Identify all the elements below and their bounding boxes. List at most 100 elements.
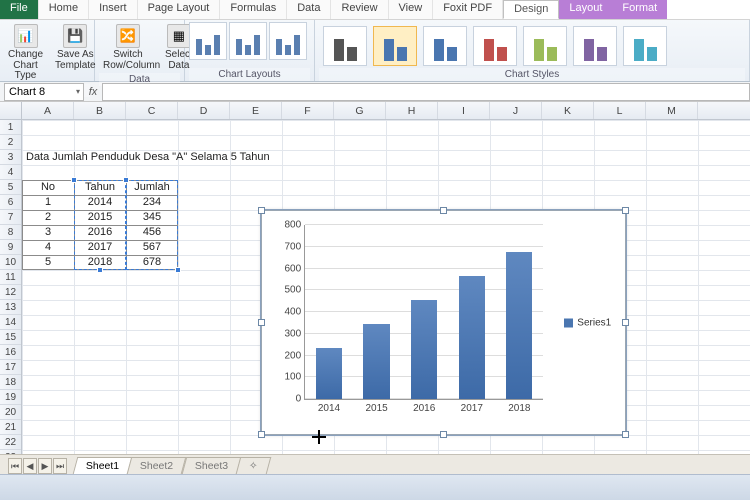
tab-file[interactable]: File xyxy=(0,0,39,19)
column-header[interactable]: E xyxy=(230,102,282,119)
row-header[interactable]: 11 xyxy=(0,270,21,285)
row-header[interactable]: 18 xyxy=(0,375,21,390)
sheet-nav-last[interactable]: ⏭ xyxy=(53,458,67,474)
cell-title[interactable]: Data Jumlah Penduduk Desa "A" Selama 5 T… xyxy=(22,150,322,165)
row-header[interactable]: 21 xyxy=(0,420,21,435)
column-header[interactable]: G xyxy=(334,102,386,119)
chart-style-option[interactable] xyxy=(623,26,667,66)
status-bar xyxy=(0,474,750,500)
column-header[interactable]: B xyxy=(74,102,126,119)
sheet-tab-2[interactable]: Sheet2 xyxy=(127,457,187,474)
row-header[interactable]: 6 xyxy=(0,195,21,210)
chart-legend[interactable]: Series1 xyxy=(564,317,611,328)
formula-input[interactable] xyxy=(102,83,750,101)
row-header[interactable]: 9 xyxy=(0,240,21,255)
cells-area[interactable]: Data Jumlah Penduduk Desa "A" Selama 5 T… xyxy=(22,120,750,458)
row-header[interactable]: 5 xyxy=(0,180,21,195)
sheet-nav-next[interactable]: ▶ xyxy=(38,458,52,474)
range-handle[interactable] xyxy=(175,267,181,273)
chart-bar[interactable] xyxy=(411,300,437,399)
chart-bar[interactable] xyxy=(459,276,485,399)
chart-handle-w[interactable] xyxy=(258,319,265,326)
chart-layout-option[interactable] xyxy=(189,22,227,60)
tab-foxit-pdf[interactable]: Foxit PDF xyxy=(433,0,503,19)
chart-handle-ne[interactable] xyxy=(622,207,629,214)
column-header[interactable]: D xyxy=(178,102,230,119)
row-header[interactable]: 3 xyxy=(0,150,21,165)
column-header[interactable]: C xyxy=(126,102,178,119)
column-header[interactable]: J xyxy=(490,102,542,119)
chart-style-option[interactable] xyxy=(473,26,517,66)
column-header[interactable]: M xyxy=(646,102,698,119)
chart-handle-n[interactable] xyxy=(440,207,447,214)
row-header[interactable]: 17 xyxy=(0,360,21,375)
chart-style-option[interactable] xyxy=(373,26,417,66)
embedded-chart[interactable]: 0100200300400500600700800201420152016201… xyxy=(261,210,626,435)
tab-view[interactable]: View xyxy=(389,0,434,19)
save-template-label: Save As Template xyxy=(55,50,96,71)
chart-handle-nw[interactable] xyxy=(258,207,265,214)
tab-design[interactable]: Design xyxy=(503,0,559,19)
chart-style-option[interactable] xyxy=(523,26,567,66)
row-header[interactable]: 19 xyxy=(0,390,21,405)
chart-style-option[interactable] xyxy=(423,26,467,66)
chart-bar[interactable] xyxy=(316,348,342,399)
sheet-tab-active[interactable]: Sheet1 xyxy=(73,457,133,474)
row-header[interactable]: 15 xyxy=(0,330,21,345)
name-box[interactable]: Chart 8 xyxy=(4,83,84,101)
chart-plot-area[interactable]: 0100200300400500600700800201420152016201… xyxy=(304,225,543,400)
chart-bar[interactable] xyxy=(363,324,389,399)
sheet-tab-3[interactable]: Sheet3 xyxy=(181,457,241,474)
fx-icon[interactable]: fx xyxy=(84,86,102,98)
row-headers: 1234567891011121314151617181920212223 xyxy=(0,120,22,458)
column-header[interactable]: K xyxy=(542,102,594,119)
chart-handle-sw[interactable] xyxy=(258,431,265,438)
tab-review[interactable]: Review xyxy=(331,0,388,19)
row-header[interactable]: 7 xyxy=(0,210,21,225)
chart-style-option[interactable] xyxy=(323,26,367,66)
chart-style-option[interactable] xyxy=(573,26,617,66)
sheet-nav-prev[interactable]: ◀ xyxy=(23,458,37,474)
sheet-nav-first[interactable]: ⏮ xyxy=(8,458,22,474)
column-header[interactable]: I xyxy=(438,102,490,119)
y-axis-tick-label: 700 xyxy=(285,241,302,252)
tab-insert[interactable]: Insert xyxy=(89,0,138,19)
range-handle[interactable] xyxy=(123,177,129,183)
chart-handle-s[interactable] xyxy=(440,431,447,438)
range-handle[interactable] xyxy=(97,267,103,273)
save-as-template-button[interactable]: 💾 Save As Template xyxy=(51,22,100,73)
chart-styles-label: Chart Styles xyxy=(319,68,745,81)
row-header[interactable]: 14 xyxy=(0,315,21,330)
sheet-tab-new[interactable]: ✧ xyxy=(236,457,271,474)
tab-page-layout[interactable]: Page Layout xyxy=(138,0,221,19)
chart-layout-option[interactable] xyxy=(269,22,307,60)
tab-formulas[interactable]: Formulas xyxy=(220,0,287,19)
chart-layout-option[interactable] xyxy=(229,22,267,60)
chart-handle-e[interactable] xyxy=(622,319,629,326)
switch-row-column-button[interactable]: 🔀 Switch Row/Column xyxy=(99,22,157,73)
row-header[interactable]: 20 xyxy=(0,405,21,420)
row-header[interactable]: 16 xyxy=(0,345,21,360)
tab-home[interactable]: Home xyxy=(39,0,89,19)
row-header[interactable]: 12 xyxy=(0,285,21,300)
row-header[interactable]: 2 xyxy=(0,135,21,150)
column-header[interactable]: H xyxy=(386,102,438,119)
row-header[interactable]: 13 xyxy=(0,300,21,315)
chart-bar[interactable] xyxy=(506,252,532,399)
row-header[interactable]: 22 xyxy=(0,435,21,450)
row-header[interactable]: 8 xyxy=(0,225,21,240)
tab-format[interactable]: Format xyxy=(612,0,667,19)
row-header[interactable]: 1 xyxy=(0,120,21,135)
chart-handle-se[interactable] xyxy=(622,431,629,438)
change-chart-type-button[interactable]: 📊 Change Chart Type xyxy=(4,22,47,84)
tab-layout[interactable]: Layout xyxy=(559,0,612,19)
tab-data[interactable]: Data xyxy=(287,0,331,19)
select-all-corner[interactable] xyxy=(0,102,22,119)
row-header[interactable]: 10 xyxy=(0,255,21,270)
row-header[interactable]: 4 xyxy=(0,165,21,180)
column-header[interactable]: L xyxy=(594,102,646,119)
y-axis-tick-label: 200 xyxy=(285,350,302,361)
column-header[interactable]: F xyxy=(282,102,334,119)
range-handle[interactable] xyxy=(71,177,77,183)
column-header[interactable]: A xyxy=(22,102,74,119)
